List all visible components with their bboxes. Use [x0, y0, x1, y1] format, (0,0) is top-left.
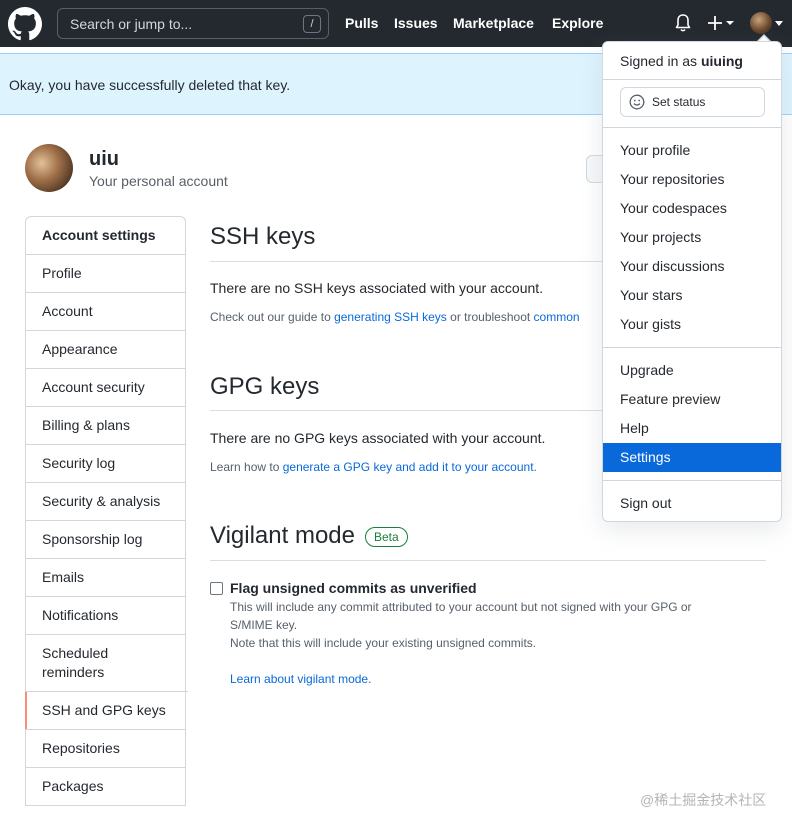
generating-ssh-keys-link[interactable]: generating SSH keys: [334, 310, 447, 324]
profile-subtitle: Your personal account: [89, 173, 228, 189]
search-shortcut-hint: /: [303, 15, 321, 33]
menu-upgrade[interactable]: Upgrade: [603, 356, 781, 385]
sidebar-item-packages[interactable]: Packages: [26, 768, 185, 806]
learn-vigilant-mode-link[interactable]: Learn about vigilant mode.: [230, 672, 371, 686]
sidebar-item-appearance[interactable]: Appearance: [26, 331, 185, 369]
menu-your-discussions[interactable]: Your discussions: [603, 252, 781, 281]
dropdown-divider: [603, 127, 781, 128]
vigilant-desc-line3: Note that this will include your existin…: [230, 636, 537, 650]
signed-in-prefix: Signed in as: [620, 53, 701, 69]
profile-avatar[interactable]: [25, 144, 73, 192]
sidebar-item-emails[interactable]: Emails: [26, 559, 185, 597]
sidebar-item-billing[interactable]: Billing & plans: [26, 407, 185, 445]
gpg-help-prefix: Learn how to: [210, 460, 283, 474]
sidebar-item-notifications[interactable]: Notifications: [26, 597, 185, 635]
search-input[interactable]: Search or jump to... /: [57, 8, 329, 39]
menu-your-repositories[interactable]: Your repositories: [603, 165, 781, 194]
ssh-help-middle: or troubleshoot: [446, 310, 534, 324]
nav-explore[interactable]: Explore: [552, 15, 603, 31]
dropdown-divider: [603, 480, 781, 481]
bell-icon[interactable]: [673, 12, 693, 34]
ssh-empty-message: There are no SSH keys associated with yo…: [210, 280, 544, 296]
sidebar-heading: Account settings: [26, 217, 185, 255]
nav-issues[interactable]: Issues: [394, 15, 438, 31]
menu-your-gists[interactable]: Your gists: [603, 310, 781, 339]
menu-settings[interactable]: Settings: [603, 443, 781, 472]
dropdown-divider: [603, 347, 781, 348]
signed-in-user: uiuing: [700, 53, 743, 69]
sidebar-item-sponsorship-log[interactable]: Sponsorship log: [26, 521, 185, 559]
gpg-keys-title: GPG keys: [210, 373, 320, 400]
vigilant-desc-line2: S/MIME key.: [230, 618, 298, 632]
set-status-button[interactable]: Set status: [620, 87, 765, 117]
menu-help[interactable]: Help: [603, 414, 781, 443]
set-status-label: Set status: [652, 95, 706, 109]
menu-feature-preview[interactable]: Feature preview: [603, 385, 781, 414]
vigilant-mode-title: Vigilant mode: [210, 522, 355, 549]
settings-sidebar: Account settings Profile Account Appeara…: [25, 216, 188, 806]
menu-your-stars[interactable]: Your stars: [603, 281, 781, 310]
common-ssh-problems-link[interactable]: common: [534, 310, 580, 324]
menu-sign-out[interactable]: Sign out: [603, 489, 781, 518]
beta-badge: Beta: [365, 527, 408, 547]
nav-pulls[interactable]: Pulls: [345, 15, 378, 31]
sidebar-item-account[interactable]: Account: [26, 293, 185, 331]
github-logo-icon[interactable]: [8, 7, 42, 41]
smiley-icon: [629, 94, 645, 110]
gpg-help-suffix: .: [533, 460, 537, 474]
gpg-empty-message: There are no GPG keys associated with yo…: [210, 430, 546, 446]
sidebar-item-security-analysis[interactable]: Security & analysis: [26, 483, 185, 521]
sidebar-item-profile[interactable]: Profile: [26, 255, 185, 293]
profile-username[interactable]: uiu: [89, 148, 119, 171]
generate-gpg-key-link[interactable]: generate a GPG key and add it to your ac…: [283, 460, 534, 474]
sidebar-item-scheduled-reminders[interactable]: Scheduled reminders: [26, 635, 188, 692]
vigilant-divider: [210, 560, 766, 561]
menu-your-codespaces[interactable]: Your codespaces: [603, 194, 781, 223]
vigilant-desc-line1: This will include any commit attributed …: [230, 600, 692, 614]
ssh-keys-title: SSH keys: [210, 223, 316, 250]
menu-your-projects[interactable]: Your projects: [603, 223, 781, 252]
dropdown-divider: [603, 79, 781, 80]
chevron-down-icon: [775, 21, 783, 26]
flag-unsigned-commits-checkbox[interactable]: [210, 582, 223, 595]
nav-marketplace[interactable]: Marketplace: [453, 15, 534, 31]
sidebar-item-repositories[interactable]: Repositories: [26, 730, 185, 768]
flag-unsigned-commits-label[interactable]: Flag unsigned commits as unverified: [230, 580, 477, 596]
menu-your-profile[interactable]: Your profile: [603, 136, 781, 165]
sidebar-item-account-security[interactable]: Account security: [26, 369, 185, 407]
search-placeholder: Search or jump to...: [70, 16, 193, 32]
create-new-plus-icon[interactable]: [707, 12, 737, 34]
sidebar-item-ssh-gpg-keys[interactable]: SSH and GPG keys: [25, 692, 185, 730]
ssh-help-text: Check out our guide to generating SSH ke…: [210, 310, 580, 324]
user-dropdown-menu: Signed in as uiuing Set status Your prof…: [602, 41, 782, 522]
sidebar-item-security-log[interactable]: Security log: [26, 445, 185, 483]
watermark: @稀土掘金技术社区: [640, 792, 767, 808]
gpg-help-text: Learn how to generate a GPG key and add …: [210, 460, 537, 474]
ssh-help-prefix: Check out our guide to: [210, 310, 335, 324]
signed-in-as: Signed in as uiuing: [620, 53, 743, 69]
user-avatar-menu[interactable]: [750, 12, 772, 34]
global-header: Search or jump to... / Pulls Issues Mark…: [0, 0, 792, 47]
flash-message: Okay, you have successfully deleted that…: [9, 77, 291, 93]
